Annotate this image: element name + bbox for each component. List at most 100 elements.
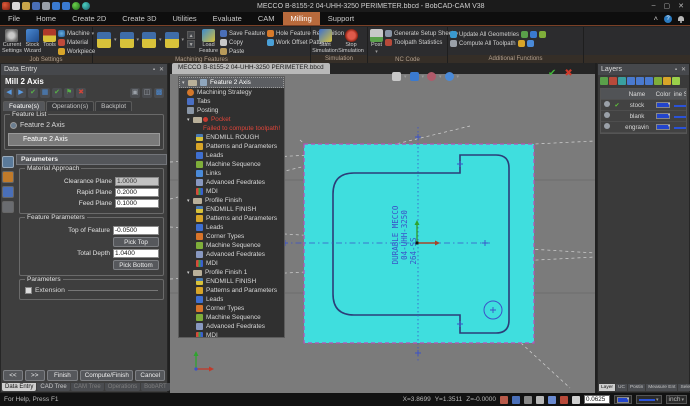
tab-cad-tree[interactable]: CAD Tree <box>37 383 69 391</box>
tab-backplot[interactable]: Backplot <box>95 101 132 111</box>
tool-scroll-down-icon[interactable]: ▼ <box>187 40 195 48</box>
tab-file[interactable]: File <box>0 12 28 25</box>
apply-check-icon[interactable]: ✔ <box>28 88 38 98</box>
visibility-eye-icon[interactable] <box>604 123 610 129</box>
units-dropdown[interactable]: inch▾ <box>666 395 687 404</box>
tree-item-advanced-feedrates[interactable]: Advanced Feedrates <box>179 178 284 187</box>
tree-item-mdi[interactable]: MDI <box>179 187 284 196</box>
total-depth-input[interactable] <box>113 249 159 258</box>
move-left-icon[interactable] <box>627 77 635 85</box>
compute-flag-icon[interactable]: ⚑ <box>64 88 74 98</box>
tree-item-mdi[interactable]: MDI <box>179 331 284 338</box>
visibility-eye-icon[interactable] <box>604 112 610 118</box>
feed-plane-input[interactable] <box>115 199 159 208</box>
step-forward-button[interactable]: >> <box>25 370 45 381</box>
tree-item-leads[interactable]: Leads <box>179 223 284 232</box>
close-button[interactable]: ✕ <box>678 2 684 10</box>
redo-icon[interactable] <box>62 2 70 10</box>
layer-color-swatch[interactable] <box>656 124 670 130</box>
snap-increment-input[interactable] <box>584 395 610 404</box>
post-button[interactable]: Post▾ <box>370 28 383 55</box>
misc-params-tab[interactable] <box>2 201 14 213</box>
pick-bottom-button[interactable]: Pick Bottom <box>113 260 159 270</box>
start-simulation-button[interactable]: Start Simulation <box>313 28 337 54</box>
tab-utilities[interactable]: Utilities <box>164 12 204 25</box>
save-icon[interactable] <box>32 2 40 10</box>
layer-options-icon[interactable] <box>672 77 680 85</box>
extension-checkbox[interactable] <box>25 287 32 294</box>
compute-finish-button[interactable]: Compute/Finish <box>80 370 133 381</box>
tree-item-machine-sequence[interactable]: Machine Sequence <box>179 241 284 250</box>
mill-tool-icon-4[interactable] <box>165 32 179 48</box>
delete-icon[interactable]: ▣ <box>130 88 140 98</box>
active-color-dropdown[interactable] <box>614 395 632 404</box>
notifications-bell-icon[interactable] <box>678 16 684 21</box>
feature-2-axis-radio[interactable]: Feature 2 Axis <box>8 121 160 130</box>
material-button[interactable]: Material <box>58 39 95 46</box>
current-settings-button[interactable]: Current Settings <box>2 28 22 54</box>
settings-grid-icon[interactable]: ▩ <box>154 88 164 98</box>
tree-item-patterns-parameters[interactable]: Patterns and Parameters <box>179 214 284 223</box>
tab-cam-tree[interactable]: CAM Tree <box>71 383 104 391</box>
clearance-plane-input[interactable] <box>115 177 159 186</box>
tree-item-endmill-finish[interactable]: ENDMILL FINISH <box>179 277 284 286</box>
tab-layer[interactable]: Layer <box>599 384 615 391</box>
minimize-button[interactable]: – <box>652 2 656 10</box>
pin-icon[interactable]: ▪ <box>153 67 155 73</box>
tool-scroll-up-icon[interactable]: ▲ <box>187 31 195 39</box>
save-feature-button[interactable]: Save Feature <box>220 30 265 37</box>
panel-close-icon[interactable]: ✕ <box>681 66 686 73</box>
layer-row-stock[interactable]: ✔ stock <box>601 100 686 111</box>
top-of-feature-input[interactable] <box>113 226 159 235</box>
finish-button[interactable]: Finish <box>47 370 79 381</box>
tab-selection[interactable]: Selectio <box>678 384 690 391</box>
tree-item-machine-sequence[interactable]: Machine Sequence <box>179 313 284 322</box>
confirm-cancel-icon[interactable]: ✖ <box>564 68 572 79</box>
cancel-button[interactable]: Cancel <box>135 370 165 381</box>
tree-item-mdi[interactable]: MDI <box>179 259 284 268</box>
tree-item-machine-sequence[interactable]: Machine Sequence <box>179 160 284 169</box>
snap-toggle-icon[interactable] <box>512 396 520 404</box>
visibility-eye-icon[interactable] <box>604 101 610 107</box>
tree-item-advanced-feedrates[interactable]: Advanced Feedrates <box>179 250 284 259</box>
panel-close-icon[interactable]: ✕ <box>159 66 164 73</box>
compute-all-toolpath-button[interactable]: Compute All Toolpath <box>450 40 546 47</box>
tab-create-3d[interactable]: Create 3D <box>114 12 164 25</box>
layer-row-blank[interactable]: blank <box>601 111 686 122</box>
tab-support[interactable]: Support <box>320 12 362 25</box>
machine-button[interactable]: Machine▾ <box>58 30 95 37</box>
tree-item-tabs[interactable]: Tabs <box>179 97 284 106</box>
update-option-icon-1[interactable] <box>521 31 528 38</box>
back-icon[interactable]: ◀ <box>4 88 14 98</box>
line-style-sample[interactable] <box>674 116 686 118</box>
undo-icon[interactable] <box>52 2 60 10</box>
mill-tool-icon-3[interactable] <box>142 32 156 48</box>
tab-bobart[interactable]: BobART <box>141 383 170 391</box>
confirm-ok-icon[interactable]: ✔ <box>548 68 556 79</box>
ucs-toggle-icon[interactable] <box>536 396 544 404</box>
tree-item-leads[interactable]: Leads <box>179 151 284 160</box>
load-feature-button[interactable]: Load Feature <box>199 28 218 54</box>
tree-item-corner-types[interactable]: Corner Types <box>179 232 284 241</box>
tree-item-pocket[interactable]: ▾Pocket Failed to compute toolpath! <box>179 115 284 133</box>
tree-root-feature-2-axis[interactable]: ▾ Feature 2 Axis <box>179 77 284 88</box>
entity-snap-icon[interactable] <box>560 396 568 404</box>
layer-color-swatch[interactable] <box>656 113 670 119</box>
view-cube-icon[interactable] <box>410 72 419 81</box>
workpiece-button[interactable]: Workpiece <box>58 48 95 55</box>
update-all-geometries-button[interactable]: Update All Geometries <box>450 31 546 38</box>
line-style-sample[interactable] <box>674 127 686 129</box>
tab-data-entry[interactable]: Data Entry <box>2 383 36 391</box>
viewport[interactable]: DURABLE MECCO 04-UHH-3250 264-SS <box>170 63 595 393</box>
tab-create-2d[interactable]: Create 2D <box>64 12 114 25</box>
mill-tool-icon-1[interactable] <box>97 32 111 48</box>
tab-milling[interactable]: Milling <box>283 12 320 25</box>
paste-button[interactable]: Paste <box>220 48 265 55</box>
bob-orb-teal-icon[interactable] <box>82 2 90 10</box>
ribbon-collapse-icon[interactable]: ˄ <box>654 14 658 23</box>
tab-posting[interactable]: Postin <box>628 384 645 391</box>
line-style-sample[interactable] <box>674 105 686 107</box>
track-toggle-icon[interactable] <box>548 396 556 404</box>
mill-tool-icon-2[interactable] <box>120 32 134 48</box>
update-option-icon-3[interactable] <box>539 31 546 38</box>
